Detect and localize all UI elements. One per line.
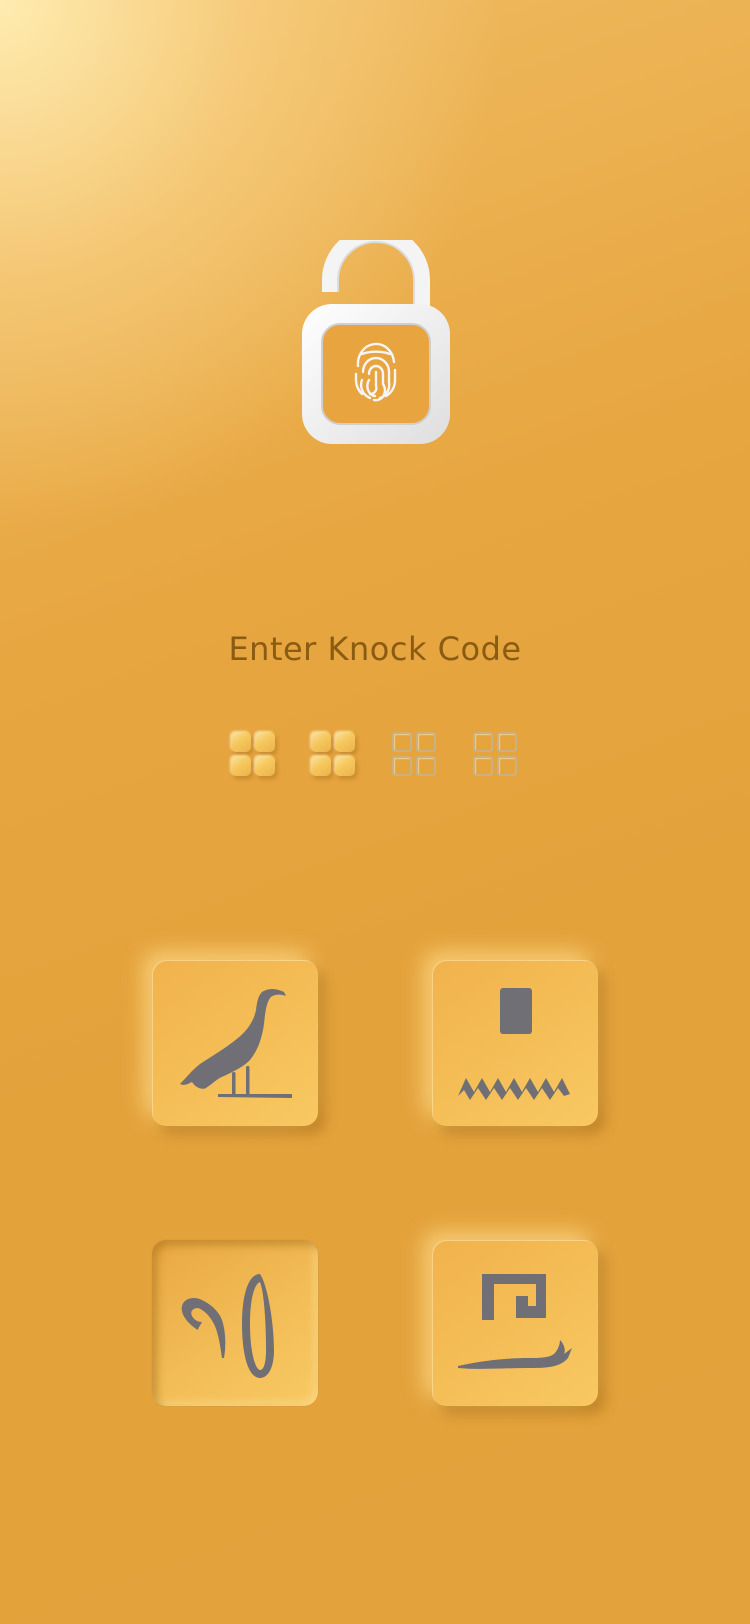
- cobra-hieroglyph-icon: [458, 1274, 572, 1369]
- water-hieroglyph-icon: [458, 988, 570, 1100]
- code-indicator-filled: [309, 730, 359, 780]
- unlocked-padlock-fingerprint-icon[interactable]: [300, 240, 452, 446]
- reed-hieroglyph-icon: [181, 1274, 274, 1378]
- page-title: Enter Knock Code: [228, 630, 522, 668]
- knock-key-reed[interactable]: [152, 1240, 318, 1406]
- knock-key-water[interactable]: [432, 960, 598, 1126]
- code-indicator-empty: [390, 730, 440, 780]
- knock-key-cobra[interactable]: [432, 1240, 598, 1406]
- code-indicator-filled: [229, 730, 279, 780]
- ibis-hieroglyph-icon: [180, 989, 292, 1098]
- code-indicator-empty: [471, 730, 521, 780]
- knock-key-ibis[interactable]: [152, 960, 318, 1126]
